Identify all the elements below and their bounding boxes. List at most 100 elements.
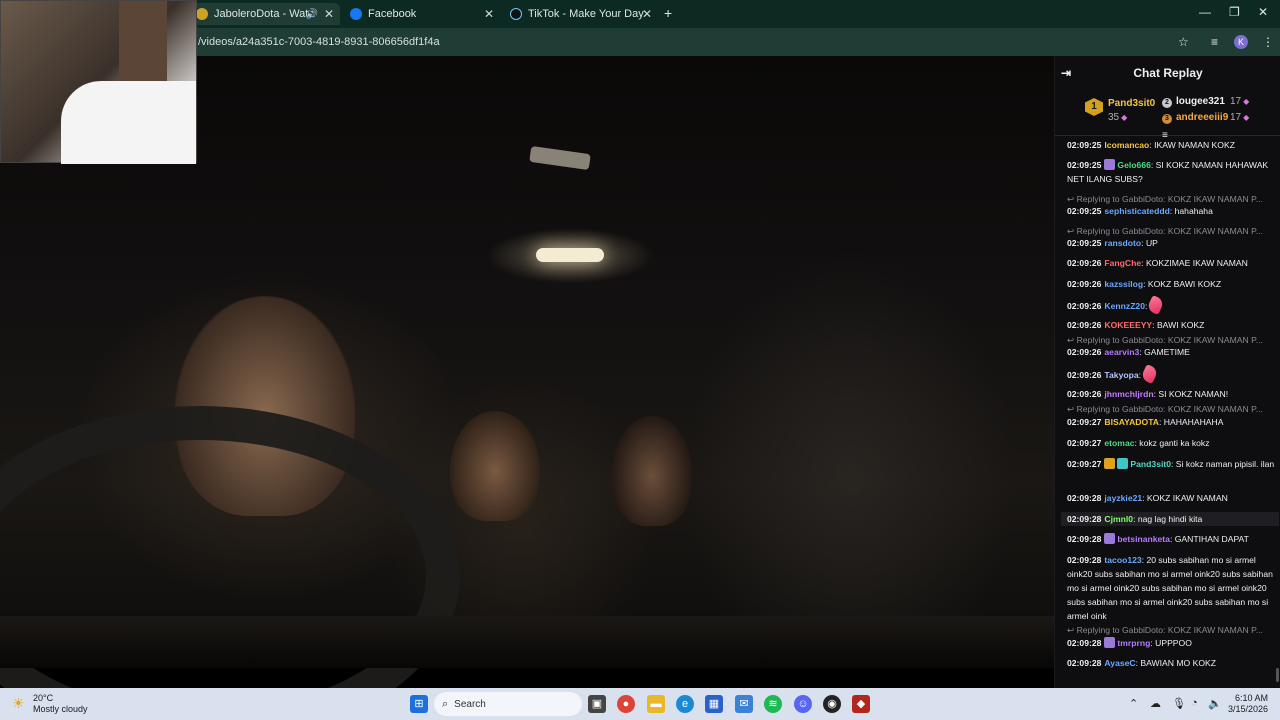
edge-icon[interactable]: e (676, 695, 694, 713)
restore-icon[interactable]: ❐ (1229, 5, 1240, 19)
chat-scrollbar[interactable] (1276, 668, 1279, 682)
taskbar-search[interactable]: ⌕ Search (434, 692, 582, 716)
close-tab-icon[interactable]: ✕ (642, 7, 652, 21)
weather-widget[interactable]: 20°C Mostly cloudy (33, 693, 88, 715)
message-username[interactable]: aearvin3 (1104, 347, 1139, 357)
bookmark-star-icon[interactable]: ☆ (1178, 35, 1189, 49)
message-username[interactable]: Cjmnl0 (1104, 514, 1133, 524)
clock-time: 6:10 AM (1234, 693, 1268, 703)
chat-message[interactable]: 02:09:26 jhnmchljrdn: SI KOKZ NAMAN! (1067, 387, 1279, 401)
message-username[interactable]: ransdoto (1104, 238, 1141, 248)
leaderboard-second-name[interactable]: lougee321 (1176, 96, 1225, 107)
chat-message[interactable]: 02:09:26 KOKEEEYY: BAWI KOKZ (1067, 318, 1279, 332)
collapse-chat-icon[interactable]: ⇥ (1061, 66, 1071, 80)
message-username[interactable]: jhnmchljrdn (1104, 389, 1153, 399)
microphone-icon[interactable]: 🎙 (1172, 697, 1186, 710)
tab-facebook[interactable]: Facebook ✕ (344, 3, 500, 25)
chat-message[interactable]: 02:09:27 Pand3sit0: Si kokz naman pipisil… (1067, 457, 1279, 471)
chat-message[interactable]: 02:09:28 Cjmnl0: nag lag hindi kita (1061, 512, 1279, 526)
chat-message[interactable]: 02:09:26 kazssilog: KOKZ BAWI KOKZ (1067, 277, 1279, 291)
dota-icon[interactable]: ◆ (852, 695, 870, 713)
chat-message[interactable]: 02:09:28 AyaseC: BAWIAN MO KOKZ (1067, 656, 1279, 670)
points-value: 35 (1108, 112, 1120, 123)
visor-light (529, 145, 591, 171)
reply-context[interactable]: ↩ Replying to GabbiDoto: KOKZ IKAW NAMAN… (1067, 623, 1279, 637)
leaderboard-third-name[interactable]: andreeeiii9 (1176, 112, 1228, 123)
onedrive-icon[interactable]: ☁ (1150, 697, 1161, 710)
obs-icon[interactable]: ◉ (823, 695, 841, 713)
task-view-icon[interactable]: ▣ (588, 695, 606, 713)
chat-message[interactable]: 02:09:28 jayzkie21: KOKZ IKAW NAMAN (1067, 491, 1279, 505)
message-username[interactable]: tacoo123 (1104, 555, 1141, 565)
tray-chevron-icon[interactable]: ⌃ (1129, 697, 1138, 710)
message-username[interactable]: Pand3sit0 (1130, 459, 1171, 469)
message-username[interactable]: FangChe (1104, 258, 1141, 268)
url-field[interactable]: /videos/a24a351c-7003-4819-8931-806656df… (198, 36, 440, 48)
close-window-icon[interactable]: ✕ (1258, 5, 1268, 19)
reply-arrow-icon: ↩ (1067, 226, 1077, 236)
more-menu-icon[interactable]: ⋮ (1262, 35, 1274, 49)
message-timestamp: 02:09:25 (1067, 238, 1102, 248)
chat-message[interactable]: 02:09:25 lcomancao: IKAW NAMAN KOKZ (1067, 138, 1279, 152)
leaderboard-first-name[interactable]: Pand3sit0 (1108, 98, 1155, 109)
discord-icon[interactable]: ☺ (794, 695, 812, 713)
message-username[interactable]: betsinanketa (1117, 534, 1170, 544)
chat-message[interactable]: 02:09:25 Gelo666: SI KOKZ NAMAN HAHAWAK N… (1067, 158, 1279, 186)
message-username[interactable]: tmrprng (1117, 638, 1150, 648)
back-passenger-figure (612, 416, 692, 526)
message-username[interactable]: KennzZ20 (1104, 301, 1145, 311)
tab-tiktok[interactable]: TikTok - Make Your Day ✕ (504, 3, 658, 25)
gem-icon: ◆ (1243, 97, 1250, 106)
message-username[interactable]: KOKEEEYY (1104, 320, 1152, 330)
start-icon[interactable]: ⊞ (410, 695, 428, 713)
message-username[interactable]: sephisticateddd (1104, 206, 1169, 216)
chat-message[interactable]: 02:09:26 aearvin3: GAMETIME (1067, 345, 1279, 359)
chat-message[interactable]: 02:09:26 FangChe: KOKZIMAE IKAW NAMAN (1067, 256, 1279, 270)
chat-message[interactable]: 02:09:25 sephisticateddd: hahahaha (1067, 204, 1279, 218)
message-text: : IKAW NAMAN KOKZ (1149, 140, 1235, 150)
store-icon[interactable]: ▦ (705, 695, 723, 713)
spotify-icon[interactable]: ≋ (764, 695, 782, 713)
message-username[interactable]: jayzkie21 (1104, 493, 1142, 503)
chrome-icon[interactable]: ● (617, 695, 635, 713)
chat-message[interactable]: 02:09:26 KennzZ20: (1067, 295, 1279, 315)
outlook-icon[interactable]: ✉ (735, 695, 753, 713)
message-username[interactable]: kazssilog (1104, 279, 1143, 289)
wifi-icon[interactable]: ◔ (1191, 697, 1198, 709)
speaker-icon[interactable]: 🔊 (306, 9, 318, 20)
leaderboard-first-points: 35 ◆ (1108, 112, 1127, 123)
message-username[interactable]: AyaseC (1104, 658, 1135, 668)
message-timestamp: 02:09:28 (1067, 658, 1102, 668)
system-clock[interactable]: 6:10 AM 3/15/2026 (1222, 693, 1268, 715)
chat-message[interactable]: 02:09:27 etomac: kokz ganti ka kokz (1067, 436, 1279, 450)
message-username[interactable]: etomac (1104, 438, 1134, 448)
chat-message[interactable]: 02:09:28 tacoo123: 20 subs sabihan mo si … (1067, 553, 1279, 623)
tab-jabolerodota[interactable]: JaboleroDota - Watch the V 🔊 ✕ (190, 3, 340, 25)
close-tab-icon[interactable]: ✕ (484, 7, 494, 21)
message-username[interactable]: Takyopa (1104, 370, 1138, 380)
chat-message[interactable]: 02:09:25 ransdoto: UP (1067, 236, 1279, 250)
back-passenger-figure (450, 411, 540, 521)
chat-message[interactable]: 02:09:28 betsinanketa: GANTIHAN DAPAT (1067, 532, 1279, 546)
close-tab-icon[interactable]: ✕ (324, 7, 334, 21)
file-explorer-icon[interactable]: ▬ (647, 695, 665, 713)
reply-label: Replying to GabbiDoto: KOKZ IKAW NAMAN P… (1076, 404, 1263, 414)
message-username[interactable]: Gelo666 (1117, 160, 1150, 170)
message-timestamp: 02:09:25 (1067, 160, 1102, 170)
media-queue-icon[interactable]: ≡ (1211, 35, 1218, 49)
new-tab-button[interactable]: + (664, 5, 672, 21)
message-username[interactable]: lcomancao (1104, 140, 1149, 150)
volume-icon[interactable]: 🔈 (1208, 697, 1222, 710)
message-timestamp: 02:09:28 (1067, 534, 1102, 544)
chat-message-list[interactable]: 02:09:25 lcomancao: IKAW NAMAN KOKZ 02:09:… (1055, 138, 1280, 688)
chat-message[interactable]: 02:09:28 tmrprng: UPPPOO (1067, 636, 1279, 650)
chat-message[interactable]: 02:09:27 BISAYADOTA: HAHAHAHAHA (1067, 415, 1279, 429)
profile-avatar[interactable]: K (1234, 35, 1248, 49)
message-username[interactable]: BISAYADOTA (1104, 417, 1159, 427)
message-timestamp: 02:09:25 (1067, 206, 1102, 216)
minimize-icon[interactable]: — (1199, 5, 1211, 19)
chat-message[interactable]: 02:09:26 Takyopa: (1067, 364, 1279, 384)
weather-icon: ☀ (12, 695, 25, 711)
reply-context[interactable]: ↩ Replying to GabbiDoto: KOKZ IKAW NAMAN… (1067, 402, 1279, 416)
points-value: 17 (1230, 112, 1242, 123)
